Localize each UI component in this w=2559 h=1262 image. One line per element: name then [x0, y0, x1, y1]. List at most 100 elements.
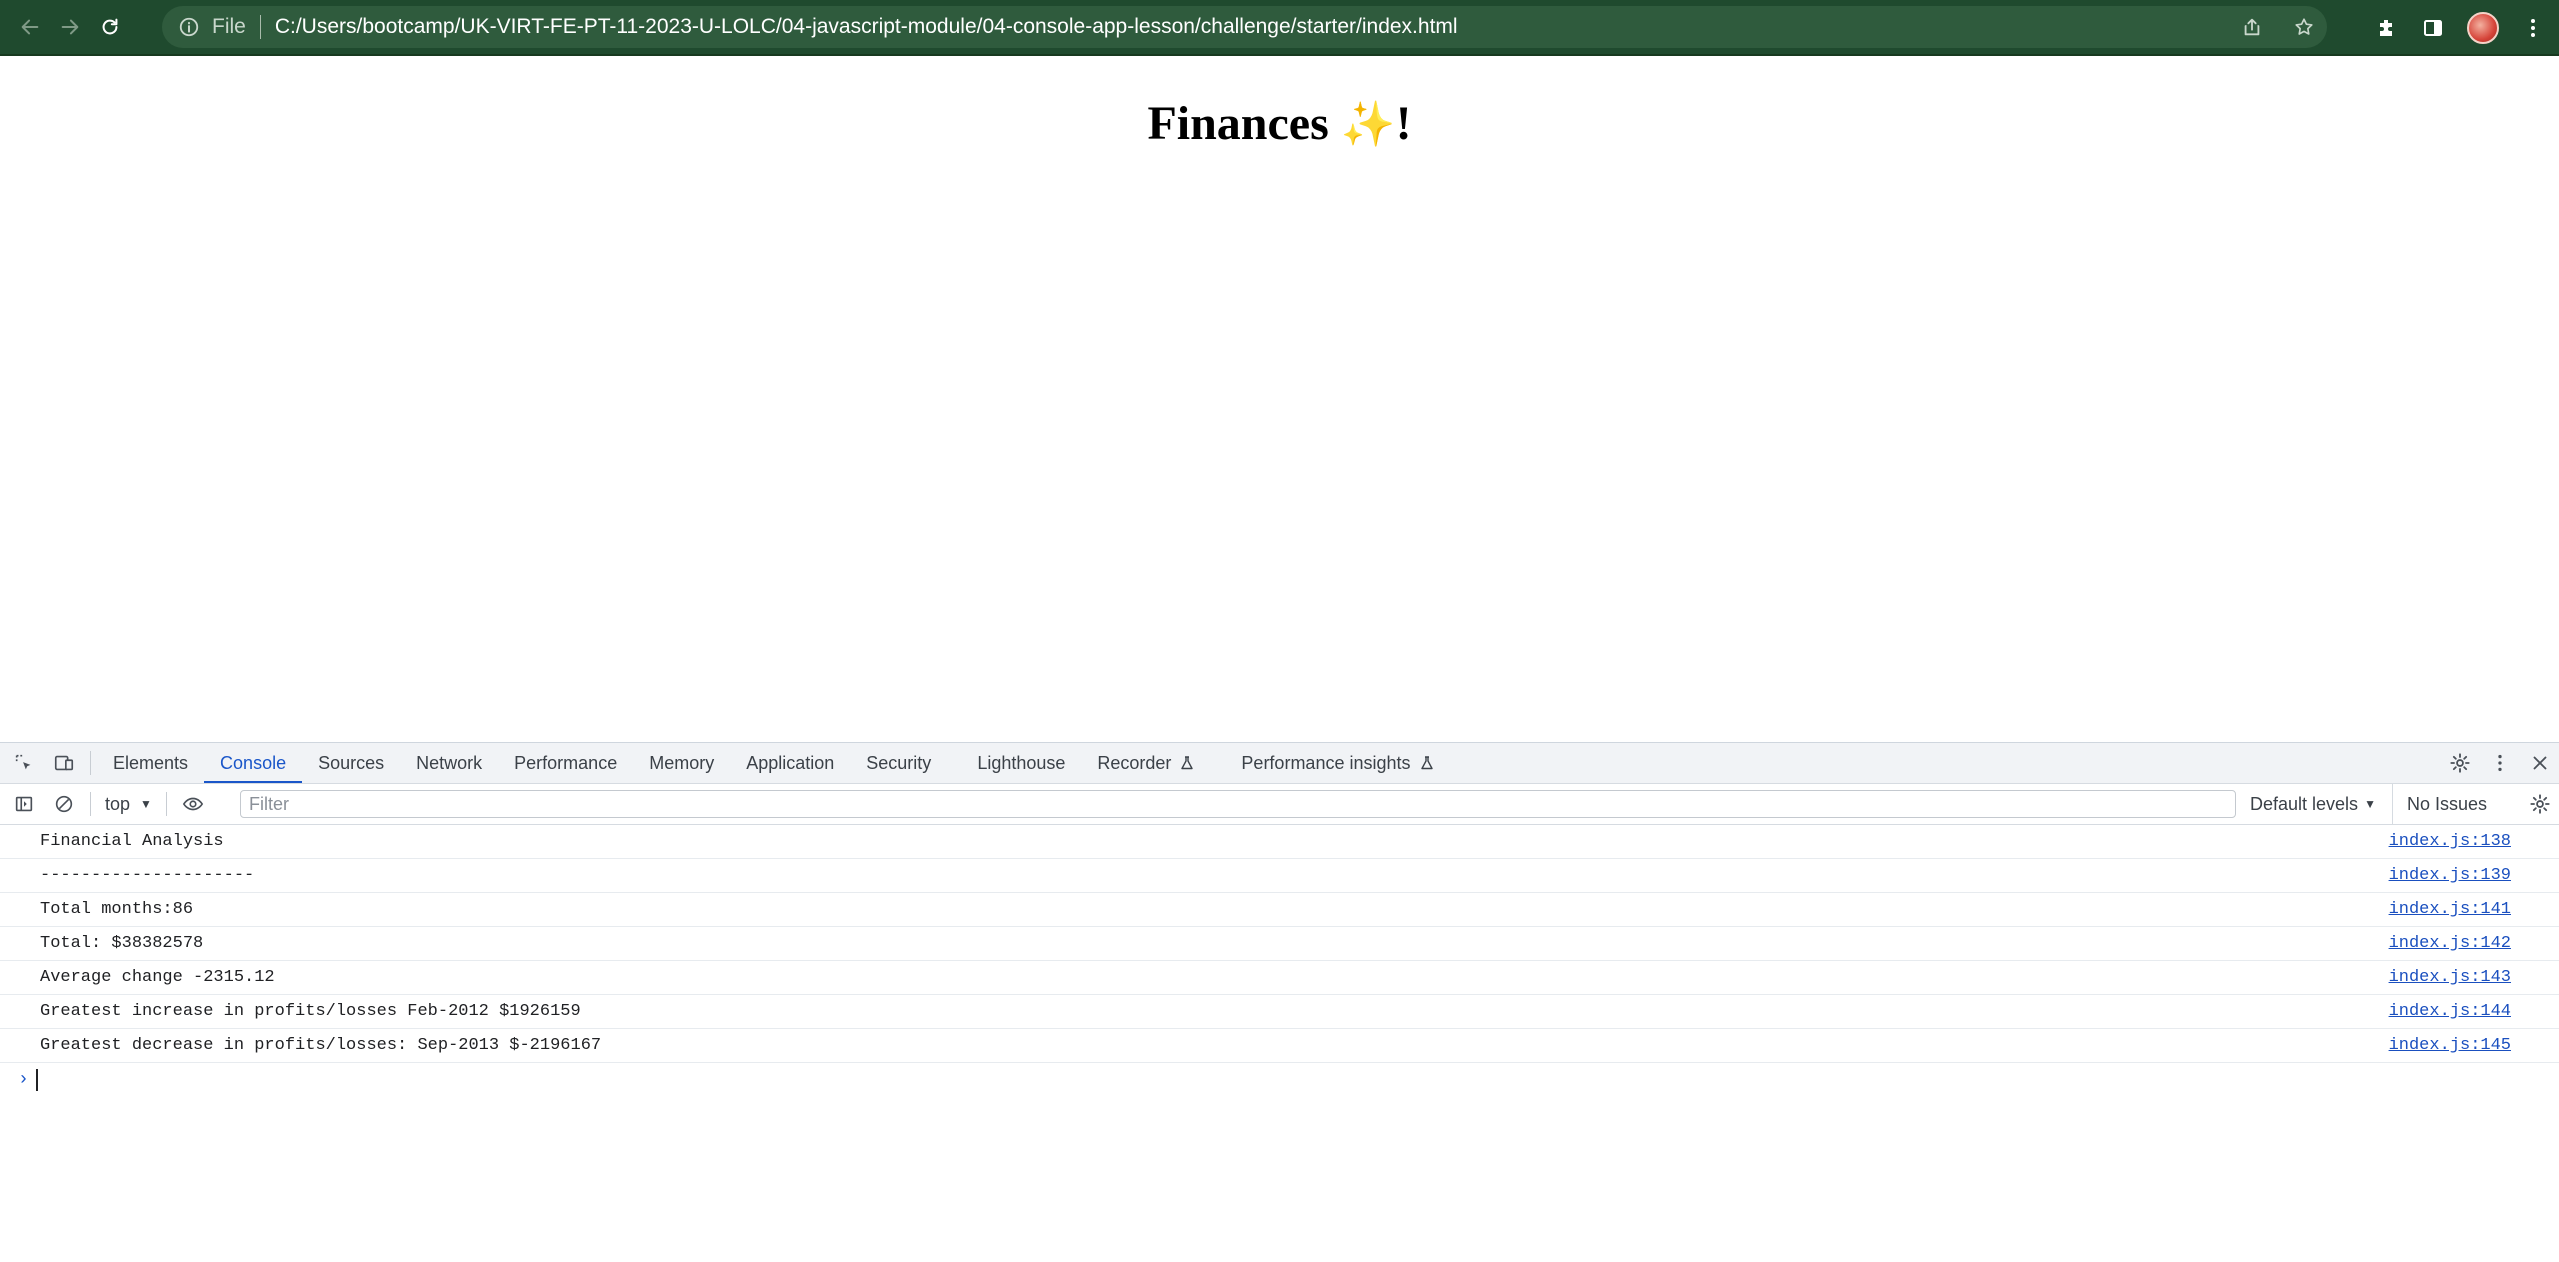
toolbar-divider	[90, 792, 91, 816]
tab-recorder[interactable]: Recorder	[1081, 743, 1211, 783]
issues-label: No Issues	[2407, 793, 2488, 814]
forward-arrow-icon	[61, 19, 79, 35]
console-message-text: ---------------------	[40, 866, 255, 885]
tab-label: Performance insights	[1241, 752, 1411, 773]
tabbar-divider	[90, 751, 91, 775]
console-message-text: Average change -2315.12	[40, 968, 275, 987]
console-prompt[interactable]: ›	[0, 1063, 2559, 1097]
devtools-more-icon[interactable]	[2489, 752, 2511, 774]
address-separator	[259, 15, 261, 39]
log-levels-dropdown[interactable]: Default levels ▼	[2250, 784, 2376, 824]
kebab-menu-icon[interactable]	[2521, 16, 2545, 40]
address-bar[interactable]: File C:/Users/bootcamp/UK-VIRT-FE-PT-11-…	[162, 6, 2327, 48]
inspect-element-button[interactable]	[4, 743, 44, 783]
source-link[interactable]: index.js:145	[2389, 1036, 2511, 1055]
tab-security[interactable]: Security	[850, 743, 947, 783]
context-label: top	[105, 793, 131, 814]
web-page: Finances ✨!	[0, 56, 2559, 742]
page-title-suffix: !	[1395, 97, 1412, 150]
inspect-icon	[15, 754, 31, 770]
tab-memory[interactable]: Memory	[633, 743, 730, 783]
source-link[interactable]: index.js:139	[2389, 866, 2511, 885]
tab-performance[interactable]: Performance	[498, 743, 633, 783]
chevron-down-icon: ▼	[140, 797, 152, 811]
devtools-tabbar: Elements Console Sources Network Performance…	[0, 743, 2559, 784]
tab-label: Security	[866, 752, 932, 773]
tab-elements[interactable]: Elements	[97, 743, 204, 783]
console-message: --------------------- index.js:139	[0, 859, 2559, 893]
console-message: Total months:86 index.js:141	[0, 893, 2559, 927]
console-message-text: Greatest decrease in profits/losses: Sep…	[40, 1036, 602, 1055]
extensions-icon[interactable]	[2375, 16, 2399, 40]
reload-button[interactable]	[90, 7, 130, 47]
reload-icon	[102, 18, 118, 35]
sparkles-emoji: ✨	[1340, 100, 1396, 149]
eye-icon	[182, 797, 204, 811]
tab-performance-insights[interactable]: Performance insights	[1225, 743, 1450, 783]
source-link[interactable]: index.js:138	[2389, 832, 2511, 851]
browser-toolbar: File C:/Users/bootcamp/UK-VIRT-FE-PT-11-…	[0, 0, 2559, 56]
sidebar-toggle-icon	[15, 796, 33, 812]
console-settings-icon[interactable]	[2529, 793, 2551, 815]
source-link[interactable]: index.js:141	[2389, 900, 2511, 919]
back-arrow-icon	[21, 19, 39, 35]
tab-network[interactable]: Network	[400, 743, 498, 783]
experimental-flask-icon	[1420, 756, 1433, 770]
clear-icon	[55, 795, 73, 813]
device-toggle-icon	[54, 755, 74, 771]
source-link[interactable]: index.js:144	[2389, 1002, 2511, 1021]
live-expression-button[interactable]	[173, 784, 213, 824]
tab-lighthouse[interactable]: Lighthouse	[961, 743, 1081, 783]
console-message: Average change -2315.12 index.js:143	[0, 961, 2559, 995]
console-message: Total: $38382578 index.js:142	[0, 927, 2559, 961]
console-message: Greatest decrease in profits/losses: Sep…	[0, 1029, 2559, 1063]
side-panel-icon[interactable]	[2421, 16, 2445, 40]
clear-console-button[interactable]	[44, 784, 84, 824]
devtools-tabs: Elements Console Sources Network Performance…	[97, 743, 1451, 783]
tab-sources[interactable]: Sources	[302, 743, 400, 783]
share-icon[interactable]	[2241, 16, 2263, 38]
devtools-settings-icon[interactable]	[2449, 752, 2471, 774]
context-selector[interactable]: top ▼	[97, 794, 160, 815]
console-message-text: Greatest increase in profits/losses Feb-…	[40, 1002, 581, 1021]
scheme-label: File	[212, 15, 246, 38]
devtools-panel: Elements Console Sources Network Performance…	[0, 742, 2559, 1262]
console-message-text: Total months:86	[40, 900, 194, 919]
tab-label: Memory	[649, 752, 715, 773]
close-icon[interactable]	[2529, 752, 2551, 774]
tab-label: Recorder	[1097, 752, 1172, 773]
filter-input[interactable]	[240, 790, 2236, 818]
console-sidebar-button[interactable]	[4, 784, 44, 824]
prompt-chevron-icon: ›	[18, 1070, 29, 1090]
forward-button[interactable]	[50, 7, 90, 47]
tab-application[interactable]: Application	[730, 743, 850, 783]
console-log: Financial Analysis index.js:138 ----------…	[0, 825, 2559, 1063]
star-icon[interactable]	[2293, 16, 2315, 38]
tab-console[interactable]: Console	[204, 743, 303, 783]
tab-label: Sources	[318, 752, 385, 773]
toolbar-divider	[165, 792, 167, 816]
tab-label: Elements	[113, 752, 189, 773]
console-message-text: Financial Analysis	[40, 832, 224, 851]
console-toolbar: top ▼ Default levels ▼ No Issues	[0, 784, 2559, 825]
device-toolbar-button[interactable]	[44, 743, 84, 783]
info-icon[interactable]	[178, 16, 200, 38]
tab-label: Application	[746, 752, 835, 773]
avatar[interactable]	[2467, 12, 2499, 44]
page-title-text: Finances	[1147, 97, 1329, 150]
tab-label: Console	[220, 752, 287, 773]
console-message: Greatest increase in profits/losses Feb-…	[0, 995, 2559, 1029]
tab-label: Lighthouse	[977, 752, 1066, 773]
chevron-down-icon: ▼	[2364, 797, 2376, 811]
text-cursor	[36, 1069, 38, 1091]
page-title: Finances ✨!	[0, 96, 2559, 151]
issues-counter[interactable]: No Issues	[2392, 784, 2487, 824]
tab-label: Network	[416, 752, 483, 773]
experimental-flask-icon	[1181, 756, 1194, 770]
log-levels-label: Default levels	[2250, 793, 2359, 814]
source-link[interactable]: index.js:142	[2389, 934, 2511, 953]
console-message: Financial Analysis index.js:138	[0, 825, 2559, 859]
back-button[interactable]	[10, 7, 50, 47]
url-text[interactable]: C:/Users/bootcamp/UK-VIRT-FE-PT-11-2023-…	[275, 15, 1458, 39]
source-link[interactable]: index.js:143	[2389, 968, 2511, 987]
